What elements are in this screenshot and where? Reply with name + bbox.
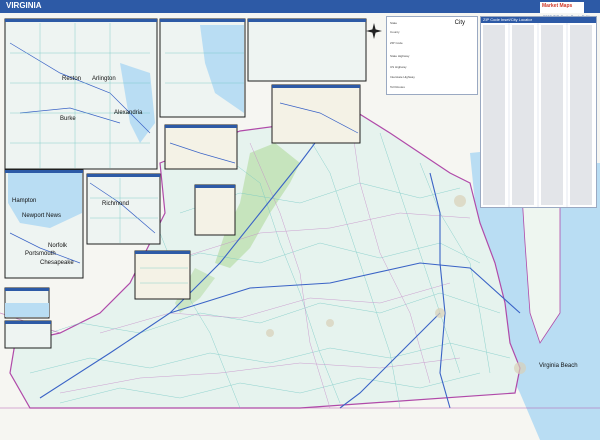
legend-state: State <box>390 21 398 25</box>
city-reston: Reston <box>62 76 82 82</box>
legend-toll: Toll Routes <box>390 85 405 89</box>
inset-richmond <box>86 173 161 245</box>
map-frame: VIRGINIA Market Maps 2022 ZIP Code Basic… <box>0 0 600 440</box>
legend-interstate: Interstate Highway <box>390 75 415 79</box>
map-title: VIRGINIA <box>6 1 42 10</box>
legend-state-hwy: State Highway <box>390 54 410 58</box>
city-virginia-beach: Virginia Beach <box>539 363 578 369</box>
legend-county: County <box>390 30 400 34</box>
legend-city-sample: City <box>454 20 465 26</box>
inset-small-2 <box>4 320 52 349</box>
city-richmond: Richmond <box>102 201 130 207</box>
index-table-lines <box>483 23 592 207</box>
city-norfolk: Norfolk <box>48 243 68 249</box>
legend-us-hwy: US Highway <box>390 65 407 69</box>
index-title: ZIP Code Inset/City Locator <box>483 17 533 22</box>
city-arlington: Arlington <box>92 76 116 82</box>
inset-charlottesville <box>164 124 238 170</box>
logo-text: Market Maps <box>542 3 573 9</box>
city-alexandria: Alexandria <box>114 110 143 116</box>
inset-roanoke <box>271 84 361 144</box>
map-legend: State County ZIP Code State Highway US H… <box>386 16 478 95</box>
city-newport-news: Newport News <box>22 213 62 219</box>
title-bar: VIRGINIA <box>0 0 600 13</box>
city-hampton: Hampton <box>12 198 37 204</box>
publisher-logo: Market Maps <box>540 2 584 13</box>
legend-zip: ZIP Code <box>390 41 403 45</box>
inset-lynchburg <box>194 184 236 236</box>
inset-danville <box>134 250 191 300</box>
city-burke: Burke <box>60 116 76 122</box>
inset-harrisonburg <box>247 18 367 82</box>
compass-rose-icon <box>366 23 382 39</box>
city-index-panel: ZIP Code Inset/City Locator <box>480 16 597 208</box>
city-chesapeake: Chesapeake <box>40 260 74 266</box>
city-portsmouth: Portsmouth <box>25 251 56 257</box>
